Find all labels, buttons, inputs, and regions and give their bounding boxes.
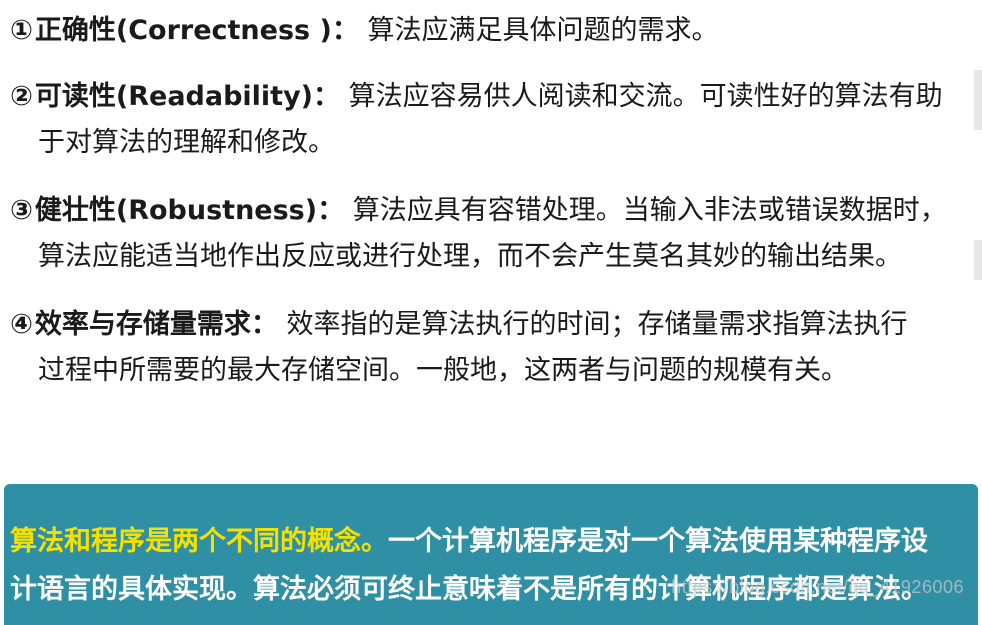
criterion-readability: ②可读性(Readability)： 算法应容易供人阅读和交流。可读性好的算法有… [10, 74, 965, 166]
right-edge-strip-top [974, 70, 982, 130]
item-number: ③ [10, 195, 33, 226]
criterion-robustness: ③健壮性(Robustness)： 算法应具有容错处理。当输入非法或错误数据时，… [10, 188, 965, 280]
item-heading: 正确性(Correctness )： [34, 15, 359, 46]
item-text-line2: 过程中所需要的最大存储空间。一般地，这两者与问题的规模有关。 [38, 355, 848, 386]
callout-text: 一个计算机程序是对一个算法使用某种程序设 [388, 526, 928, 557]
item-number: ② [10, 81, 33, 112]
watermark: https://blog.csdn.net/qq_41926006 [671, 577, 964, 597]
criterion-correctness: ①正确性(Correctness )： 算法应满足具体问题的需求。 [10, 8, 965, 54]
right-edge-strip-bottom [974, 240, 982, 280]
item-number: ④ [10, 309, 33, 340]
criterion-efficiency: ④效率与存储量需求： 效率指的是算法执行的时间；存储量需求指算法执行 过程中所需… [10, 302, 965, 394]
callout-box: 算法和程序是两个不同的概念。一个计算机程序是对一个算法使用某种程序设 计语言的具… [4, 484, 978, 625]
item-number: ① [10, 15, 33, 46]
item-text-line2: 算法应能适当地作出反应或进行处理，而不会产生莫名其妙的输出结果。 [38, 241, 902, 272]
item-text-line1: 算法应满足具体问题的需求。 [367, 15, 719, 46]
callout-line1: 算法和程序是两个不同的概念。一个计算机程序是对一个算法使用某种程序设 [10, 518, 978, 566]
item-heading: 效率与存储量需求： [34, 309, 278, 340]
item-text-line1: 效率指的是算法执行的时间；存储量需求指算法执行 [286, 309, 908, 340]
item-text-line1: 算法应容易供人阅读和交流。可读性好的算法有助 [348, 81, 943, 112]
item-heading: 可读性(Readability)： [34, 81, 341, 112]
item-text-line1: 算法应具有容错处理。当输入非法或错误数据时， [352, 195, 947, 226]
item-text-line2: 于对算法的理解和修改。 [38, 127, 335, 158]
item-heading: 健壮性(Robustness)： [34, 195, 345, 226]
callout-highlight: 算法和程序是两个不同的概念。 [10, 526, 388, 557]
